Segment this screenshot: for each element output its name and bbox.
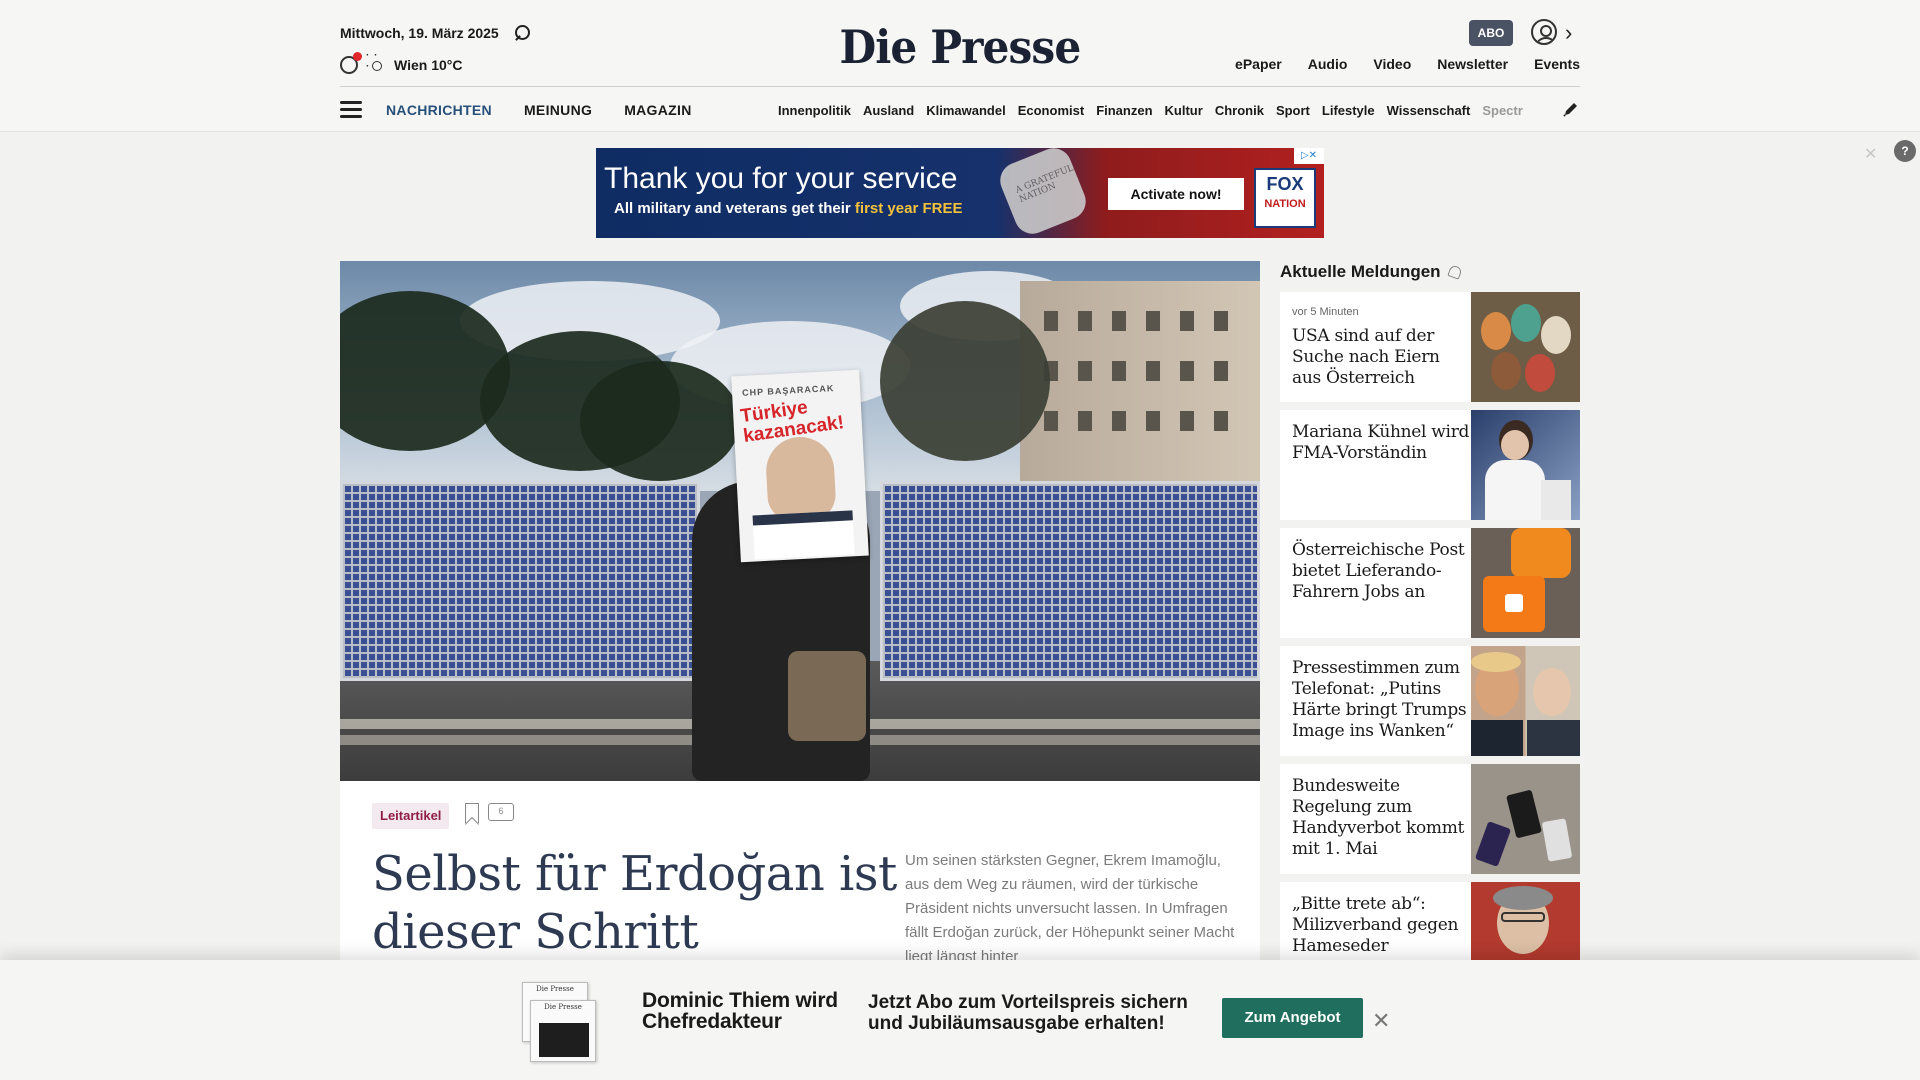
police-barrier	[880, 481, 1260, 681]
nav-nachrichten[interactable]: NACHRICHTEN	[386, 102, 492, 118]
news-thumbnail[interactable]	[1471, 646, 1580, 756]
fox-nation-logo: FOX NATION	[1254, 168, 1316, 228]
link-events[interactable]: Events	[1534, 56, 1580, 72]
protest-poster: CHP BAŞARACAK Türkiye kazanacak!	[731, 369, 869, 563]
hero-image[interactable]: CHP BAŞARACAK Türkiye kazanacak!	[340, 261, 1260, 781]
police-barrier	[340, 481, 700, 681]
nav-kultur[interactable]: Kultur	[1165, 103, 1203, 118]
subscription-banner: Die Presse Die Presse Dominic Thiem wird…	[0, 960, 1920, 1080]
abo-button[interactable]: ABO	[1469, 20, 1513, 46]
ad-subline-highlight: first year FREE	[854, 200, 963, 217]
ad-subline: All military and veterans get their firs…	[614, 200, 962, 217]
ad-cta-button[interactable]: Activate now!	[1108, 178, 1244, 210]
nav-meinung[interactable]: MEINUNG	[524, 102, 592, 118]
poster-shirt	[752, 510, 855, 560]
nav-spectrum[interactable]: Spectr	[1482, 103, 1522, 118]
link-video[interactable]: Video	[1373, 56, 1411, 72]
close-icon[interactable]: ✕	[1864, 144, 1877, 164]
news-item[interactable]: Österreichische Post bietet Lieferando-F…	[1280, 528, 1580, 638]
nav-main: NACHRICHTEN MEINUNG MAGAZIN	[386, 102, 692, 118]
newspaper-front: Die Presse	[530, 1000, 596, 1062]
news-thumbnail[interactable]	[1471, 528, 1580, 638]
paper-label: Die Presse	[544, 1003, 582, 1011]
nav-klimawandel[interactable]: Klimawandel	[926, 103, 1005, 118]
dog-tag-image: A GRATEFUL NATION	[994, 148, 1092, 238]
site-logo[interactable]: Die Presse	[0, 20, 1920, 74]
news-thumbnail[interactable]	[1471, 292, 1580, 402]
nav-sub: Innenpolitik Ausland Klimawandel Economi…	[778, 103, 1550, 118]
banner-headline: Dominic Thiem wird Chefredakteur	[642, 990, 852, 1032]
banner-message-text: Jetzt Abo zum Vorteilspreis sichern und …	[868, 992, 1188, 1034]
link-epaper[interactable]: ePaper	[1235, 56, 1282, 72]
sidebar-title: Aktuelle Meldungen	[1280, 262, 1463, 282]
news-item[interactable]: Mariana Kühnel wird FMA-Vorständin	[1280, 410, 1580, 520]
nav-wissenschaft[interactable]: Wissenschaft	[1387, 103, 1471, 118]
nav-innenpolitik[interactable]: Innenpolitik	[778, 103, 851, 118]
main-navigation: NACHRICHTEN MEINUNG MAGAZIN Innenpolitik…	[340, 96, 1580, 124]
link-newsletter[interactable]: Newsletter	[1437, 56, 1508, 72]
banner-message: Jetzt Abo zum Vorteilspreis sichern und …	[868, 992, 1208, 1034]
help-icon[interactable]: ?	[1894, 140, 1916, 162]
news-title[interactable]: Österreichische Post bietet Lieferando-F…	[1292, 540, 1470, 603]
nav-magazin[interactable]: MAGAZIN	[624, 102, 691, 118]
pencil-icon[interactable]	[1562, 100, 1580, 118]
ad-brand-top: FOX	[1266, 174, 1304, 194]
header-divider	[340, 86, 1580, 87]
top-links: ePaper Audio Video Newsletter Events	[1235, 56, 1580, 72]
newspaper-image: Die Presse Die Presse	[522, 982, 600, 1062]
ad-subline-prefix: All military and veterans get their	[614, 200, 855, 217]
news-item[interactable]: vor 5 Minuten USA sind auf der Suche nac…	[1280, 292, 1580, 402]
nav-chronik[interactable]: Chronik	[1215, 103, 1264, 118]
link-audio[interactable]: Audio	[1308, 56, 1348, 72]
bell-icon[interactable]	[1446, 264, 1463, 280]
poster-face	[764, 435, 837, 523]
kicker-badge[interactable]: Leitartikel	[372, 803, 450, 829]
news-title[interactable]: Bundesweite Regelung zum Handyverbot kom…	[1292, 776, 1470, 860]
adchoices-icon[interactable]: ▷✕	[1294, 148, 1324, 164]
comment-count: 6	[498, 806, 504, 816]
news-thumbnail[interactable]	[1471, 764, 1580, 874]
advertisement-banner[interactable]: Thank you for your service All military …	[596, 148, 1324, 238]
nav-economist[interactable]: Economist	[1018, 103, 1084, 118]
news-title[interactable]: Mariana Kühnel wird FMA-Vorständin	[1292, 422, 1470, 464]
nav-sport[interactable]: Sport	[1276, 103, 1310, 118]
close-icon[interactable]: ✕	[1372, 1008, 1390, 1034]
ad-brand-bottom: NATION	[1264, 198, 1306, 210]
offer-button[interactable]: Zum Angebot	[1222, 998, 1363, 1038]
menu-icon[interactable]	[340, 101, 362, 119]
comment-icon[interactable]: 6	[488, 803, 514, 821]
nav-ausland[interactable]: Ausland	[863, 103, 914, 118]
user-icon[interactable]	[1531, 19, 1557, 45]
news-time: vor 5 Minuten	[1292, 306, 1359, 318]
bookmark-icon[interactable]	[465, 803, 479, 823]
palm-tree	[580, 361, 740, 481]
news-item[interactable]: Pressestimmen zum Telefonat: „Putins Här…	[1280, 646, 1580, 756]
banner-headline-text: Dominic Thiem wird Chefredakteur	[642, 989, 838, 1033]
newspaper-photo	[539, 1023, 589, 1057]
news-thumbnail[interactable]	[1471, 410, 1580, 520]
palm-tree	[880, 301, 1050, 461]
handbag	[788, 651, 866, 741]
site-header: Mittwoch, 19. März 2025 Wien 10°C Die Pr…	[0, 0, 1920, 132]
news-title[interactable]: USA sind auf der Suche nach Eiern aus Ös…	[1292, 326, 1470, 389]
news-item[interactable]: „Bitte trete ab“: Milizverband gegen Ham…	[1280, 882, 1580, 960]
ad-headline: Thank you for your service	[604, 162, 958, 195]
dog-tag-text: A GRATEFUL NATION	[1014, 163, 1076, 206]
paper-label: Die Presse	[536, 985, 574, 993]
nav-lifestyle[interactable]: Lifestyle	[1322, 103, 1375, 118]
article-teaser[interactable]: Um seinen stärksten Gegner, Ekrem Imamoğ…	[905, 849, 1245, 969]
news-title[interactable]: Pressestimmen zum Telefonat: „Putins Här…	[1292, 658, 1470, 742]
sidebar-title-text: Aktuelle Meldungen	[1280, 262, 1441, 281]
news-thumbnail[interactable]	[1471, 882, 1580, 960]
chevron-right-icon[interactable]: ›	[1565, 20, 1572, 46]
news-item[interactable]: Bundesweite Regelung zum Handyverbot kom…	[1280, 764, 1580, 874]
logo-text[interactable]: Die Presse	[840, 20, 1082, 74]
news-title[interactable]: „Bitte trete ab“: Milizverband gegen Ham…	[1292, 894, 1470, 957]
nav-finanzen[interactable]: Finanzen	[1096, 103, 1152, 118]
